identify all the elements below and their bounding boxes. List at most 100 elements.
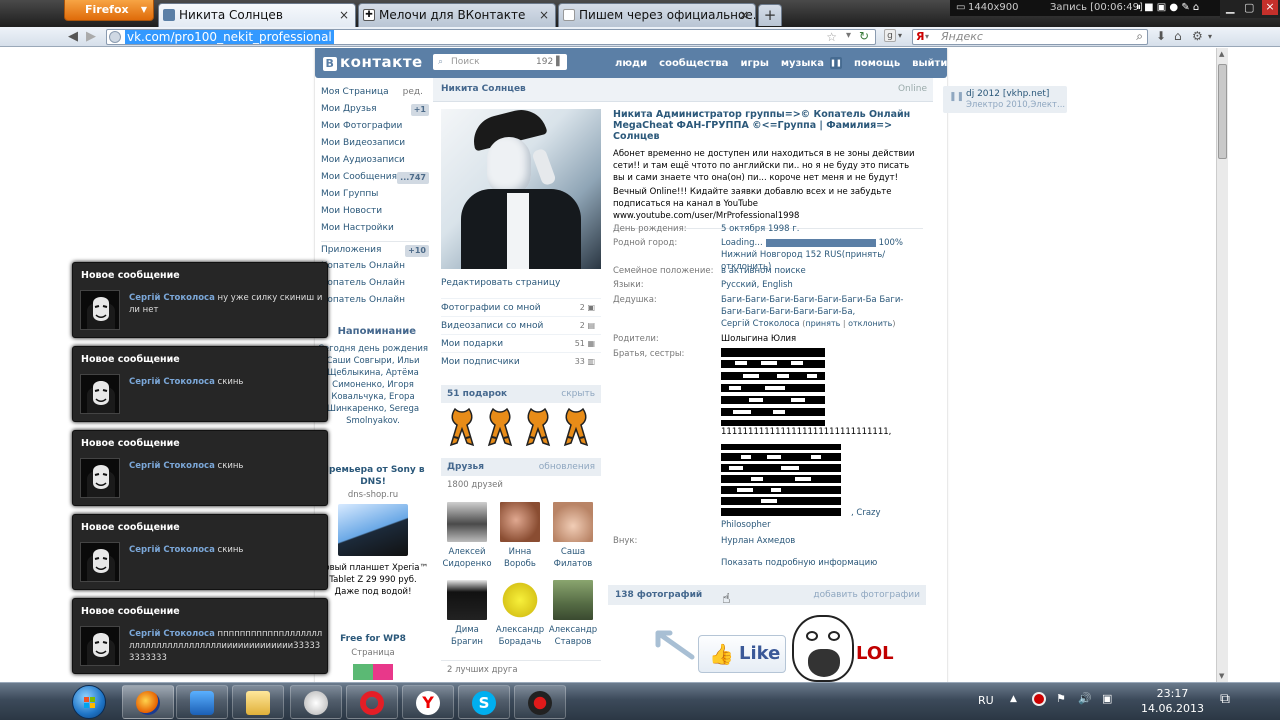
app-link[interactable]: Копатель Онлайн xyxy=(321,275,429,292)
ribbon-gift-icon[interactable] xyxy=(449,407,475,447)
edit-page-link[interactable]: Редактировать страницу xyxy=(441,274,601,292)
close-icon[interactable]: × xyxy=(739,4,749,26)
scroll-up-icon[interactable]: ▲ xyxy=(1219,50,1224,58)
dropdown-icon[interactable]: ▾ xyxy=(1208,32,1212,41)
recorder-tray-icon[interactable] xyxy=(1032,692,1046,706)
nav-help[interactable]: помощь xyxy=(854,58,900,69)
search-input[interactable]: Я ▾ Яндекс ⌕ xyxy=(912,29,1148,45)
friends-updates-link[interactable]: обновления xyxy=(539,458,595,476)
nav-music[interactable]: музыка xyxy=(781,58,824,69)
language-indicator[interactable]: RU xyxy=(978,694,994,707)
minimize-icon[interactable]: ▁ xyxy=(1226,1,1234,14)
field-value[interactable]: Русский, English xyxy=(721,279,921,291)
audio-now-playing[interactable]: ❚❚ dj 2012 [vkhp.net] Электро 2010,Элект… xyxy=(943,86,1067,113)
app-link[interactable]: Копатель Онлайн xyxy=(321,292,429,309)
philosopher-link[interactable]: Philosopher xyxy=(721,519,771,531)
search-icon[interactable]: ⌕ xyxy=(1136,29,1143,43)
profile-status[interactable]: Никита Администратор группы=>© Копатель … xyxy=(613,109,923,142)
friends-count[interactable]: 1800 друзей xyxy=(447,480,503,490)
hide-gifts-link[interactable]: скрыть xyxy=(561,385,595,403)
vk-logo[interactable]: Вконтакте xyxy=(323,53,423,71)
gifts-link[interactable]: Мои подарки 51 ▦ xyxy=(441,334,601,352)
best-friends-label[interactable]: 2 лучших друга xyxy=(441,660,601,679)
photos-title[interactable]: 138 фотографий xyxy=(615,590,702,600)
sidebar-item-audio[interactable]: Мои Аудиозаписи xyxy=(321,152,429,169)
close-icon[interactable]: × xyxy=(339,4,349,26)
nav-games[interactable]: игры xyxy=(740,58,768,69)
reject-link[interactable]: отклонить xyxy=(848,319,892,328)
bookmark-star-icon[interactable]: ☆ xyxy=(826,30,837,44)
addon-icon[interactable]: ⚙ xyxy=(1192,29,1203,43)
url-bar[interactable]: vk.com/pro100_nekit_professional ☆ ▾ ↻ xyxy=(106,29,876,45)
start-button[interactable] xyxy=(72,685,106,719)
sidebar-item-news[interactable]: Мои Новости xyxy=(321,203,429,220)
friend-card[interactable]: Алексей Сидоренко xyxy=(441,502,493,570)
field-value[interactable]: 5 октября 1998 г. xyxy=(721,223,921,235)
friend-card[interactable]: Александр Ставров xyxy=(547,580,599,648)
friend-card[interactable]: Дима Брагин xyxy=(441,580,493,648)
ad-sony[interactable]: Премьера от Sony в DNS! dns-shop.ru Новы… xyxy=(318,464,428,598)
maximize-icon[interactable]: ▢ xyxy=(1244,1,1254,14)
sidebar-item-my-page[interactable]: Моя Страница ред. xyxy=(321,84,429,101)
tab-nikita[interactable]: Никита Солнцев × xyxy=(158,3,356,27)
search-engine-dropdown-icon[interactable]: ▾ xyxy=(898,31,902,40)
sidebar-item-videos[interactable]: Мои Видеозаписи xyxy=(321,135,429,152)
nav-people[interactable]: люди xyxy=(615,58,647,69)
sidebar-item-friends[interactable]: Мои Друзья +1 xyxy=(321,101,429,118)
speaker-icon[interactable]: 🔊 xyxy=(1078,692,1092,705)
firefox-menu-button[interactable]: Firefox ▼ xyxy=(64,0,154,21)
message-notification[interactable]: Новое сообщение Сергій Стоколоса скинь xyxy=(72,346,328,422)
vk-search-input[interactable]: ⌕ Поиск 192 ▌ xyxy=(433,54,567,70)
home-icon[interactable]: ⌂ xyxy=(1174,29,1182,43)
friend-card[interactable]: Александр Борадачь xyxy=(494,580,546,648)
tab-melochi[interactable]: ✚ Мелочи для ВКонтакте × xyxy=(358,3,556,27)
forward-arrow-icon[interactable]: ▶ xyxy=(86,29,96,44)
taskbar-recorder[interactable] xyxy=(514,685,566,719)
sidebar-item-photos[interactable]: Мои Фотографии xyxy=(321,118,429,135)
notification-area-icon[interactable]: ⧉ xyxy=(1220,691,1230,707)
reminder-text[interactable]: Сегодня день рождения Саши Совгыри, Ильи… xyxy=(318,343,428,427)
back-arrow-icon[interactable]: ◀ xyxy=(68,29,78,44)
taskbar-opera[interactable] xyxy=(346,685,398,719)
videos-with-me-link[interactable]: Видеозаписи со мной 2 ▤ xyxy=(441,316,601,334)
nav-logout[interactable]: выйти xyxy=(912,58,947,69)
edit-link[interactable]: ред. xyxy=(403,84,423,101)
dropdown-icon[interactable]: ▾ xyxy=(846,30,851,41)
field-value[interactable]: в активном поиске xyxy=(721,265,921,277)
clock[interactable]: 23:17 14.06.2013 xyxy=(1141,686,1204,716)
gifts-header[interactable]: 51 подарок скрыть xyxy=(441,385,601,403)
google-icon[interactable]: g xyxy=(884,29,896,42)
followers-link[interactable]: Мои подписчики 33 ▥ xyxy=(441,352,601,370)
accept-link[interactable]: принять xyxy=(805,319,840,328)
sidebar-item-settings[interactable]: Мои Настройки xyxy=(321,220,429,237)
app-link[interactable]: Копатель Онлайн xyxy=(321,258,429,275)
close-window-icon[interactable]: × xyxy=(1262,0,1278,15)
photos-header[interactable]: 138 фотографий добавить фотографии xyxy=(608,585,926,605)
crazy-link[interactable]: , Crazy xyxy=(851,507,881,519)
show-more-link[interactable]: Показать подробную информацию xyxy=(721,557,877,569)
taskbar-skype[interactable]: S xyxy=(458,685,510,719)
reload-icon[interactable]: ↻ xyxy=(859,29,869,43)
ad-wp8[interactable]: Free for WP8 Страница xyxy=(318,634,428,680)
recorder-controls-icon[interactable]: ⏸ ■ ▣ ● ✎ ⌂ xyxy=(1136,0,1199,16)
flag-icon[interactable]: ⚑ xyxy=(1056,692,1066,705)
tray-expand-icon[interactable]: ▲ xyxy=(1010,694,1017,704)
taskbar-firefox[interactable] xyxy=(122,685,174,719)
friends-header[interactable]: Друзья обновления xyxy=(441,458,601,476)
sidebar-item-groups[interactable]: Мои Группы xyxy=(321,186,429,203)
download-icon[interactable]: ⬇ xyxy=(1156,29,1166,43)
friend-card[interactable]: Инна Воробь xyxy=(494,502,546,570)
tab-pishem[interactable]: Пишем через официальное... × xyxy=(558,3,756,27)
url-text[interactable]: vk.com/pro100_nekit_professional xyxy=(125,30,334,44)
ribbon-gift-icon[interactable] xyxy=(525,407,551,447)
nav-communities[interactable]: сообщества xyxy=(659,58,728,69)
taskbar-explorer[interactable] xyxy=(232,685,284,719)
field-value[interactable]: Нурлан Ахмедов xyxy=(721,535,921,547)
field-value[interactable]: Баги-Баги-Баги-Баги-Баги-Баги-Ба Баги-Ба… xyxy=(721,295,903,317)
message-notification[interactable]: Новое сообщение Сергій Стоколоса ну уже … xyxy=(72,262,328,338)
ribbon-gift-icon[interactable] xyxy=(487,407,513,447)
message-notification[interactable]: Новое сообщение Сергій Стоколоса ппппппп… xyxy=(72,598,328,674)
close-icon[interactable]: × xyxy=(539,4,549,26)
profile-avatar[interactable] xyxy=(441,109,601,269)
pause-icon[interactable]: ❚❚ xyxy=(829,57,842,69)
